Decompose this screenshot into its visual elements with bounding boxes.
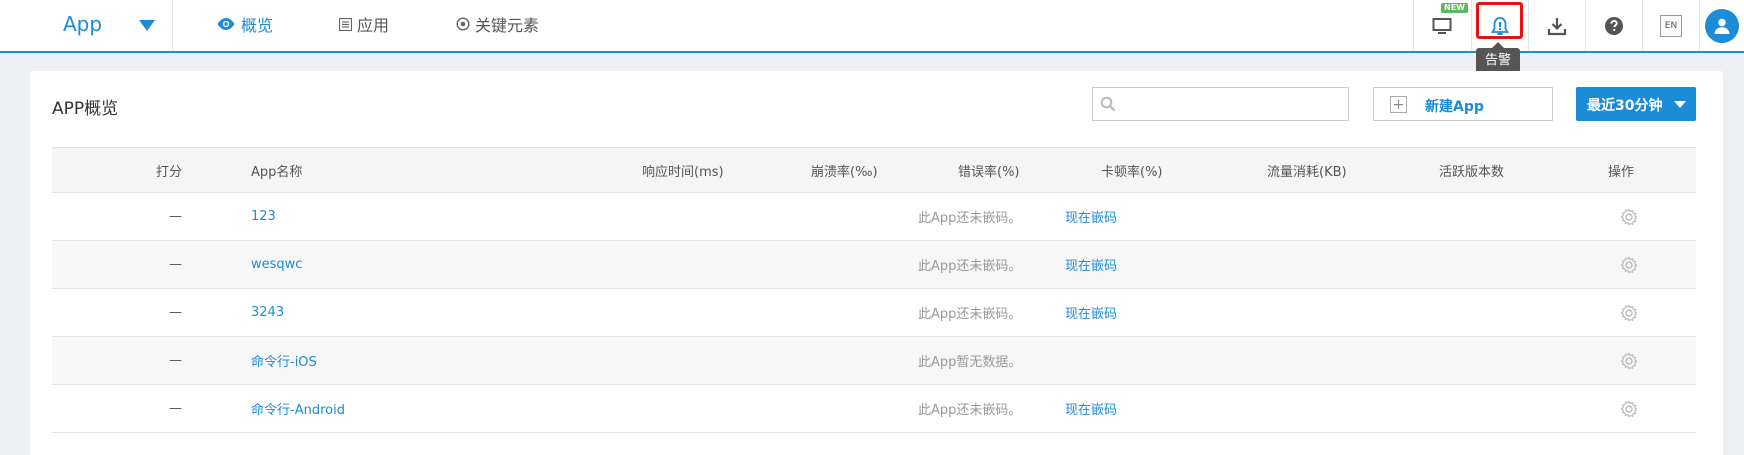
caret-down-icon[interactable]	[139, 20, 155, 31]
table-header: 打分 App名称 响应时间(ms) 崩溃率(‰) 错误率(%) 卡顿率(%) 流…	[52, 147, 1696, 193]
row-app-name-link[interactable]: 命令行-iOS	[251, 337, 317, 384]
table-row: — 命令行-Android 此App还未嵌码。 现在嵌码	[52, 385, 1696, 433]
nav-key-elements-label[interactable]: 关键元素	[475, 12, 539, 36]
header-response-time: 响应时间(ms)	[642, 164, 724, 180]
settings-gear-icon[interactable]	[1620, 289, 1638, 336]
header-actions: 操作	[1608, 164, 1635, 180]
download-button[interactable]	[1528, 0, 1585, 51]
row-score: —	[169, 401, 182, 416]
row-score: —	[169, 353, 182, 368]
search-box[interactable]	[1092, 87, 1349, 121]
new-app-button[interactable]: + 新建App	[1373, 87, 1553, 121]
page-title: APP概览	[52, 99, 119, 119]
list-icon	[339, 17, 352, 31]
row-status-message: 此App还未嵌码。	[918, 211, 1022, 226]
caret-down-icon[interactable]	[1674, 101, 1686, 108]
nav-key-elements[interactable]: 关键元素	[456, 13, 539, 35]
settings-gear-icon[interactable]	[1620, 241, 1638, 288]
app-overview-panel: APP概览 + 新建App 最近30分钟 打分 App名称 响应时间(ms) 崩…	[30, 71, 1723, 455]
eye-icon	[217, 18, 235, 30]
row-score: —	[169, 305, 182, 320]
row-app-name-link[interactable]: 3243	[251, 289, 284, 336]
table-row: — wesqwc 此App还未嵌码。 现在嵌码	[52, 241, 1696, 289]
settings-gear-icon[interactable]	[1620, 385, 1638, 432]
row-app-name-link[interactable]: 123	[251, 193, 276, 240]
row-status-message: 此App还未嵌码。	[918, 259, 1022, 274]
alert-button-highlight	[1476, 2, 1523, 39]
search-input[interactable]	[1121, 88, 1346, 120]
table-row: — 123 此App还未嵌码。 现在嵌码	[52, 193, 1696, 241]
plus-icon: +	[1390, 96, 1407, 113]
header-score: 打分	[156, 164, 183, 180]
nav-overview[interactable]: 概览	[216, 13, 273, 35]
table-row: — 3243 此App还未嵌码。 现在嵌码	[52, 289, 1696, 337]
row-score: —	[169, 257, 182, 272]
header-app-name: App名称	[251, 164, 303, 180]
header-lag-rate: 卡顿率(%)	[1101, 164, 1163, 180]
nav-overview-label[interactable]: 概览	[241, 12, 273, 36]
time-range-dropdown[interactable]: 最近30分钟	[1576, 87, 1696, 121]
question-icon	[1605, 16, 1623, 35]
header-traffic: 流量消耗(KB)	[1267, 164, 1347, 180]
search-icon	[1100, 96, 1116, 112]
settings-gear-icon[interactable]	[1620, 193, 1638, 240]
row-status-message: 此App还未嵌码。	[918, 307, 1022, 322]
embed-now-link[interactable]: 现在嵌码	[1065, 193, 1117, 240]
time-range-label[interactable]: 最近30分钟	[1587, 95, 1662, 115]
user-icon	[1714, 18, 1730, 34]
target-icon	[456, 17, 470, 31]
embed-now-link[interactable]: 现在嵌码	[1065, 289, 1117, 336]
app-switcher-label[interactable]: App	[63, 12, 102, 36]
embed-now-link[interactable]: 现在嵌码	[1065, 241, 1117, 288]
row-status-message: 此App还未嵌码。	[918, 403, 1022, 418]
row-app-name-link[interactable]: 命令行-Android	[251, 385, 345, 432]
monitor-icon	[1432, 17, 1452, 34]
table-row: — 命令行-iOS 此App暂无数据。	[52, 337, 1696, 385]
settings-gear-icon[interactable]	[1620, 337, 1638, 384]
header-active-versions: 活跃版本数	[1439, 164, 1505, 180]
app-table: 打分 App名称 响应时间(ms) 崩溃率(‰) 错误率(%) 卡顿率(%) 流…	[52, 147, 1696, 433]
language-button[interactable]: EN	[1642, 0, 1699, 51]
new-app-label[interactable]: 新建App	[1425, 96, 1484, 116]
row-score: —	[169, 209, 182, 224]
user-menu[interactable]	[1699, 0, 1744, 51]
header-crash-rate: 崩溃率(‰)	[811, 164, 878, 180]
row-status-message: 此App暂无数据。	[918, 355, 1022, 370]
row-app-name-link[interactable]: wesqwc	[251, 241, 302, 288]
app-switcher[interactable]: App	[0, 0, 173, 51]
nav-apps[interactable]: 应用	[339, 13, 389, 35]
help-button[interactable]	[1585, 0, 1642, 51]
language-toggle[interactable]: EN	[1660, 14, 1682, 37]
monitor-button[interactable]: NEW	[1413, 0, 1470, 51]
header-error-rate: 错误率(%)	[958, 164, 1020, 180]
avatar[interactable]	[1705, 8, 1739, 43]
nav-apps-label[interactable]: 应用	[357, 12, 389, 36]
embed-now-link[interactable]: 现在嵌码	[1065, 385, 1117, 432]
new-badge: NEW	[1441, 3, 1468, 13]
download-icon	[1547, 17, 1567, 35]
